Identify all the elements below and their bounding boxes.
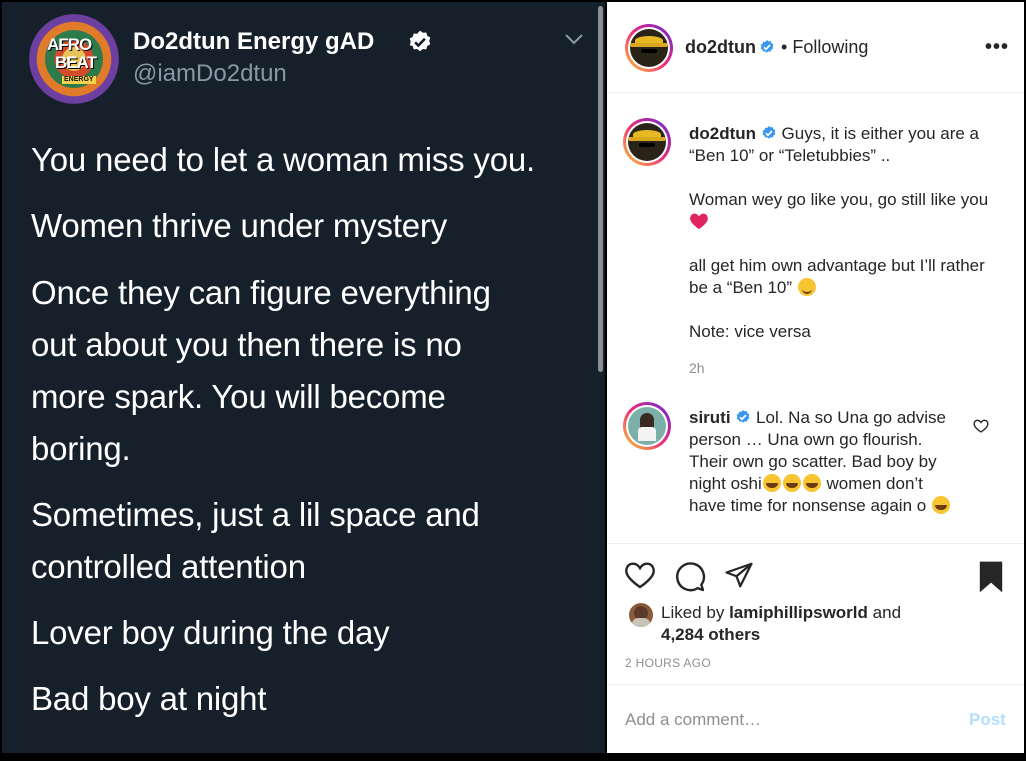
liked-by-and: and (872, 603, 902, 622)
header-username[interactable]: do2dtun (685, 37, 756, 58)
screenshot: AFRO BEAT ENERGY Do2dtun Energy gAD @iam… (0, 0, 1026, 761)
chevron-down-icon[interactable] (564, 32, 584, 46)
verified-badge-icon (762, 126, 776, 139)
comment-username[interactable]: siruti (689, 408, 731, 427)
tweet-text-line: controlled attention (31, 548, 306, 585)
tweet-text-line: boring. (31, 430, 131, 467)
liked-by-user[interactable]: lamiphillipsworld (729, 603, 868, 622)
follow-status[interactable]: • Following (781, 37, 868, 58)
share-send-icon[interactable] (723, 560, 755, 590)
liked-by-prefix: Liked by (661, 603, 725, 622)
bookmark-saved-icon[interactable] (977, 560, 1005, 594)
post-button[interactable]: Post (969, 710, 1006, 730)
tweet-text-line: Sometimes, just a lil space and (31, 496, 480, 533)
wink-emoji-icon (797, 278, 816, 296)
caption-paragraph: Woman wey go like you, go still like you (689, 189, 1004, 233)
verified-badge-icon (760, 40, 774, 53)
tweet-text-line: out about you then there is no (31, 326, 462, 363)
post-time-ago[interactable]: 2 HOURS AGO (625, 656, 711, 670)
red-heart-emoji-icon (690, 213, 708, 230)
avatar-text-beat: BEAT (55, 53, 97, 72)
rofl-emoji-icon (762, 474, 781, 492)
like-heart-icon[interactable] (624, 560, 656, 590)
tweet-panel: AFRO BEAT ENERGY Do2dtun Energy gAD @iam… (2, 2, 605, 753)
verified-badge-icon (409, 30, 431, 52)
actions-divider (607, 543, 1024, 544)
profile-avatar[interactable] (625, 24, 673, 72)
twitter-avatar[interactable]: AFRO BEAT ENERGY (29, 14, 119, 104)
tweet-text-line: Lover boy during the day (31, 614, 390, 651)
twitter-display-name[interactable]: Do2dtun Energy gAD (133, 28, 374, 56)
comment-input[interactable]: Add a comment… (625, 710, 761, 730)
following-label: Following (792, 37, 869, 57)
scrollbar[interactable] (598, 6, 603, 372)
verified-badge-icon (736, 410, 750, 423)
tweet-text-line: Bad boy at night (31, 680, 267, 717)
comment-text: siruti Lol. Na so Una go advise person …… (689, 407, 959, 517)
comment-bubble-icon[interactable] (674, 560, 706, 592)
tweet-text-line: Once they can figure everything (31, 274, 491, 311)
post-header: do2dtun • Following ••• (607, 2, 1024, 93)
instagram-panel: do2dtun • Following ••• do2dtun Guys, it… (607, 2, 1024, 753)
grin-sweat-emoji-icon (931, 496, 950, 514)
liked-by-avatar[interactable] (629, 603, 653, 627)
caption-line: all get him own advantage but I’ll rathe… (689, 256, 985, 297)
commenter-avatar[interactable] (623, 402, 671, 450)
caption-line: Woman wey go like you, go still like you (689, 190, 989, 209)
comment-divider (607, 684, 1024, 685)
avatar-text-afro: AFRO (47, 35, 92, 54)
tweet-text-line: more spark. You will become (31, 378, 446, 415)
more-options-icon[interactable]: ••• (985, 36, 1009, 59)
caption-text: do2dtun Guys, it is either you are a “Be… (689, 123, 1004, 167)
rofl-emoji-icon (802, 474, 821, 492)
caption-timestamp[interactable]: 2h (689, 360, 705, 376)
likes-count[interactable]: 4,284 others (661, 625, 760, 644)
twitter-handle[interactable]: @iamDo2dtun (133, 60, 287, 88)
caption-avatar[interactable] (623, 118, 671, 166)
tweet-text-line: You need to let a woman miss you. (31, 141, 535, 178)
separator-dot: • (781, 37, 788, 57)
caption-paragraph: Note: vice versa (689, 322, 811, 341)
tweet-text-line: Women thrive under mystery (31, 207, 448, 244)
like-comment-heart-icon[interactable] (973, 418, 989, 434)
liked-by-text: Liked by lamiphillipsworld and 4,284 oth… (661, 602, 1001, 646)
caption-username[interactable]: do2dtun (689, 124, 756, 143)
rofl-emoji-icon (782, 474, 801, 492)
caption-paragraph: all get him own advantage but I’ll rathe… (689, 255, 1004, 299)
avatar-text-energy: ENERGY (62, 76, 96, 84)
